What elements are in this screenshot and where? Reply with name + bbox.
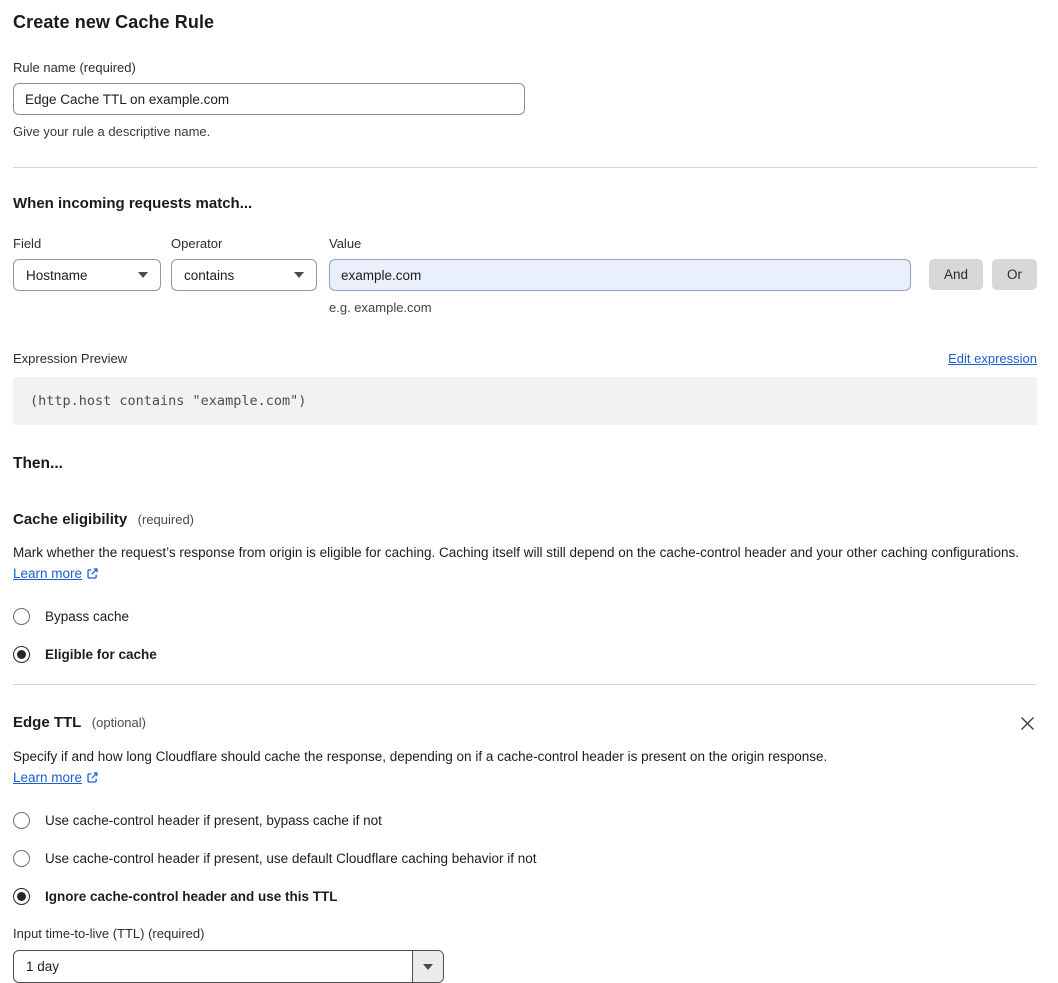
chevron-down-icon	[138, 272, 148, 278]
rule-name-label: Rule name (required)	[13, 60, 136, 75]
radio-button-icon[interactable]	[13, 646, 30, 663]
expression-preview-code: (http.host contains "example.com")	[13, 377, 1037, 425]
or-button[interactable]: Or	[992, 259, 1037, 290]
page-title: Create new Cache Rule	[13, 12, 215, 32]
cache-eligibility-qualifier: (required)	[137, 512, 195, 527]
expression-preview-row: Expression Preview Edit expression	[13, 351, 1037, 366]
edit-expression-link[interactable]: Edit expression	[948, 351, 1037, 366]
edge-ttl-section: Edge TTL (optional) Specify if and how l…	[13, 714, 1037, 983]
radio-button-icon[interactable]	[13, 812, 30, 829]
learn-more-link[interactable]: Learn more	[13, 770, 82, 785]
edge-ttl-options: Use cache-control header if present, byp…	[13, 812, 1037, 905]
radio-button-icon[interactable]	[13, 850, 30, 867]
external-link-icon	[87, 772, 98, 783]
radio-option-ignore-header-ttl[interactable]: Ignore cache-control header and use this…	[13, 888, 1037, 905]
operator-label: Operator	[171, 236, 223, 251]
rule-name-input[interactable]	[13, 83, 525, 115]
edge-ttl-qualifier: (optional)	[91, 715, 146, 730]
external-link-icon	[87, 568, 98, 579]
rule-name-section: Rule name (required) Give your rule a de…	[13, 60, 1037, 139]
operator-select[interactable]: contains	[171, 259, 317, 291]
ttl-select[interactable]: 1 day	[13, 950, 444, 983]
cache-eligibility-description: Mark whether the request’s response from…	[13, 545, 1020, 581]
ttl-select-arrow-button[interactable]	[412, 951, 443, 982]
rule-name-help: Give your rule a descriptive name.	[13, 124, 211, 139]
divider	[13, 684, 1037, 685]
ttl-label: Input time-to-live (TTL) (required)	[13, 926, 205, 941]
field-label: Field	[13, 236, 42, 251]
edge-ttl-heading: Edge TTL	[13, 714, 82, 731]
expression-builder-row: Field Hostname Operator contains Value A…	[13, 236, 1037, 291]
chevron-down-icon	[423, 963, 433, 970]
radio-option-use-header-default[interactable]: Use cache-control header if present, use…	[13, 850, 1037, 867]
match-heading: When incoming requests match...	[13, 195, 253, 212]
radio-button-icon[interactable]	[13, 888, 30, 905]
radio-option-use-header-bypass[interactable]: Use cache-control header if present, byp…	[13, 812, 1037, 829]
match-section: When incoming requests match... Field Ho…	[13, 195, 1037, 425]
radio-option-eligible-for-cache[interactable]: Eligible for cache	[13, 646, 1037, 663]
ttl-select-value: 1 day	[26, 959, 60, 974]
and-button[interactable]: And	[928, 259, 983, 290]
then-heading: Then...	[13, 455, 63, 472]
close-icon[interactable]	[1018, 714, 1037, 733]
cache-eligibility-options: Bypass cache Eligible for cache	[13, 608, 1037, 663]
value-help: e.g. example.com	[329, 300, 432, 315]
divider	[13, 167, 1037, 168]
value-label: Value	[329, 236, 362, 251]
radio-option-bypass-cache[interactable]: Bypass cache	[13, 608, 1037, 625]
learn-more-link[interactable]: Learn more	[13, 566, 82, 581]
edge-ttl-heading-wrap: Edge TTL (optional)	[13, 714, 146, 732]
chevron-down-icon	[294, 272, 304, 278]
expression-preview-label: Expression Preview	[13, 351, 128, 366]
field-select-value: Hostname	[26, 267, 88, 283]
cache-eligibility-section: Cache eligibility (required) Mark whethe…	[13, 511, 1037, 663]
edge-ttl-description: Specify if and how long Cloudflare shoul…	[13, 749, 828, 785]
field-select[interactable]: Hostname	[13, 259, 161, 291]
operator-select-value: contains	[184, 267, 235, 283]
ttl-input-block: Input time-to-live (TTL) (required) 1 da…	[13, 926, 1037, 983]
value-input[interactable]	[329, 259, 911, 291]
cache-eligibility-heading: Cache eligibility	[13, 511, 128, 528]
cache-eligibility-heading-wrap: Cache eligibility (required)	[13, 511, 194, 529]
radio-button-icon[interactable]	[13, 608, 30, 625]
